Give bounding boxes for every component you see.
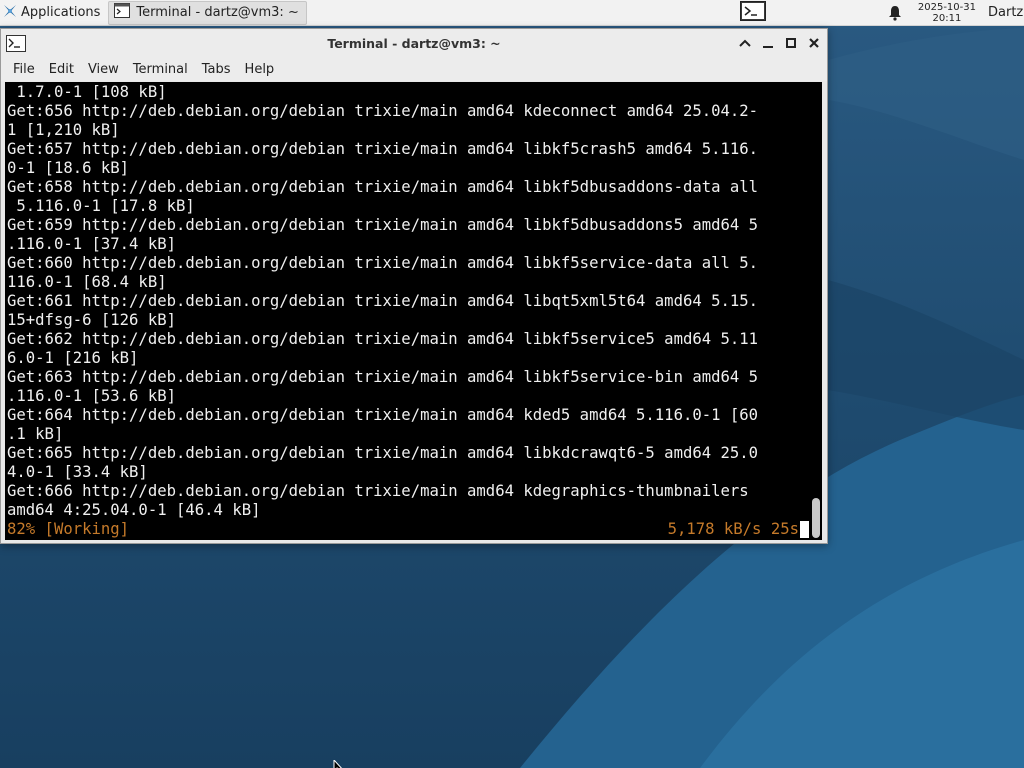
- terminal-line: amd64 4:25.04.0-1 [46.4 kB]: [7, 501, 261, 519]
- terminal-line: Get:660 http://deb.debian.org/debian tri…: [7, 254, 759, 272]
- terminal-line: Get:661 http://deb.debian.org/debian tri…: [7, 292, 759, 310]
- terminal-line: .1 kB]: [7, 425, 64, 443]
- terminal-line: Get:659 http://deb.debian.org/debian tri…: [7, 216, 759, 234]
- terminal-line: 116.0-1 [68.4 kB]: [7, 273, 167, 291]
- taskbar-terminal-button[interactable]: Terminal - dartz@vm3: ~: [108, 0, 307, 25]
- apt-download-rate: 5,178 kB/s 25s: [667, 520, 799, 538]
- terminal-line: 6.0-1 [216 kB]: [7, 349, 139, 367]
- scrollbar-thumb[interactable]: [812, 498, 820, 538]
- terminal-line: 1 [1,210 kB]: [7, 121, 120, 139]
- window-title: Terminal - dartz@vm3: ~: [327, 36, 501, 51]
- top-panel: Applications Terminal - dartz@vm3: ~ 202…: [0, 0, 1024, 26]
- terminal-line: 15+dfsg-6 [126 kB]: [7, 311, 176, 329]
- menu-edit[interactable]: Edit: [42, 62, 81, 77]
- apt-status-line: 82% [Working] 5,178 kB/s 25s: [7, 520, 809, 539]
- text-cursor: [800, 521, 809, 538]
- apt-progress-status: 82% [Working]: [7, 520, 130, 538]
- menu-bar: File Edit View Terminal Tabs Help: [1, 58, 827, 81]
- terminal-line: Get:656 http://deb.debian.org/debian tri…: [7, 102, 759, 120]
- terminal-line: Get:658 http://deb.debian.org/debian tri…: [7, 178, 759, 196]
- minimize-icon[interactable]: [761, 36, 775, 50]
- menu-file[interactable]: File: [6, 62, 42, 77]
- window-controls: [738, 36, 821, 50]
- menu-view[interactable]: View: [81, 62, 126, 77]
- terminal-line: 5.116.0-1 [17.8 kB]: [7, 197, 195, 215]
- terminal-scrollbar[interactable]: [812, 82, 820, 540]
- terminal-line: .116.0-1 [53.6 kB]: [7, 387, 176, 405]
- terminal-line: Get:663 http://deb.debian.org/debian tri…: [7, 368, 759, 386]
- clock[interactable]: 2025-10-31 20:11: [918, 2, 976, 24]
- user-menu-label[interactable]: Dartz: [988, 5, 1024, 20]
- notifications-bell-icon[interactable]: [888, 4, 904, 22]
- menu-tabs[interactable]: Tabs: [195, 62, 238, 77]
- taskbar-terminal-label: Terminal - dartz@vm3: ~: [136, 5, 299, 20]
- terminal-line: Get:666 http://deb.debian.org/debian tri…: [7, 482, 749, 500]
- terminal-line: 1.7.0-1 [108 kB]: [7, 83, 167, 101]
- menu-terminal[interactable]: Terminal: [126, 62, 195, 77]
- clock-time: 20:11: [932, 12, 962, 24]
- mouse-pointer-icon: [333, 757, 345, 768]
- terminal-icon: [114, 3, 131, 22]
- applications-menu-button[interactable]: Applications: [0, 0, 104, 26]
- terminal-line: 4.0-1 [33.4 kB]: [7, 463, 148, 481]
- terminal-line: Get:664 http://deb.debian.org/debian tri…: [7, 406, 759, 424]
- menu-help[interactable]: Help: [238, 62, 282, 77]
- tray-terminal-launcher[interactable]: [738, 0, 768, 25]
- applications-label: Applications: [21, 5, 101, 20]
- terminal-window: Terminal - dartz@vm3: ~ File Edit View T…: [0, 28, 828, 544]
- terminal-line: Get:662 http://deb.debian.org/debian tri…: [7, 330, 759, 348]
- terminal-line: 0-1 [18.6 kB]: [7, 159, 130, 177]
- terminal-output[interactable]: 1.7.0-1 [108 kB] Get:656 http://deb.debi…: [5, 82, 822, 540]
- shade-chevron-up-icon[interactable]: [738, 36, 752, 50]
- terminal-line: .116.0-1 [37.4 kB]: [7, 235, 176, 253]
- terminal-launcher-icon: [739, 0, 766, 25]
- close-icon[interactable]: [807, 36, 821, 50]
- clock-date: 2025-10-31: [917, 1, 976, 13]
- terminal-line: Get:657 http://deb.debian.org/debian tri…: [7, 140, 759, 158]
- maximize-icon[interactable]: [784, 36, 798, 50]
- applications-menu-icon: [2, 3, 18, 23]
- terminal-line: Get:665 http://deb.debian.org/debian tri…: [7, 444, 759, 462]
- window-titlebar[interactable]: Terminal - dartz@vm3: ~: [1, 29, 827, 58]
- terminal-lines: 1.7.0-1 [108 kB] Get:656 http://deb.debi…: [7, 83, 809, 520]
